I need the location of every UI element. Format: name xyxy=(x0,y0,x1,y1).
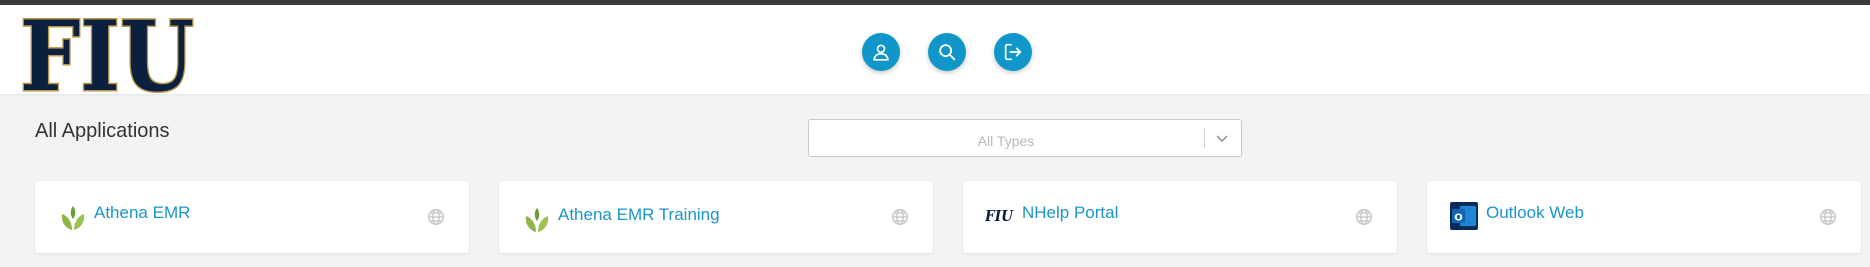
globe-icon xyxy=(428,209,444,225)
app-card-nhelp-portal[interactable]: FIU NHelp Portal xyxy=(963,181,1397,253)
globe-icon xyxy=(892,209,908,225)
profile-button[interactable] xyxy=(862,33,900,71)
app-card-label[interactable]: NHelp Portal xyxy=(1022,203,1118,223)
header-bar: FIU xyxy=(0,5,1870,98)
page-title: All Applications xyxy=(35,120,170,142)
user-icon xyxy=(873,44,889,61)
search-icon xyxy=(939,44,956,61)
svg-text:O: O xyxy=(1454,213,1463,224)
app-card-athena-emr-training[interactable]: Athena EMR Training xyxy=(499,181,933,253)
athena-leaf-icon xyxy=(525,208,549,232)
select-divider xyxy=(1204,128,1205,148)
type-filter-placeholder: All Types xyxy=(977,133,1035,149)
app-card-outlook-web[interactable]: O Outlook Web xyxy=(1427,181,1861,253)
app-card-label[interactable]: Athena EMR xyxy=(94,203,190,223)
globe-icon xyxy=(1356,209,1372,225)
outlook-icon: O xyxy=(1450,202,1478,230)
type-filter-select[interactable]: All Types xyxy=(808,119,1242,157)
svg-text:FIU: FIU xyxy=(20,10,194,98)
app-card-label[interactable]: Athena EMR Training xyxy=(558,205,720,225)
app-card-athena-emr[interactable]: Athena EMR xyxy=(35,181,469,253)
athena-leaf-icon xyxy=(61,206,85,230)
sign-out-icon xyxy=(1004,43,1022,61)
svg-text:FIU: FIU xyxy=(985,207,1014,225)
search-button[interactable] xyxy=(928,33,966,71)
fiu-logo-icon: FIU xyxy=(985,207,1014,225)
globe-icon xyxy=(1820,209,1836,225)
logout-button[interactable] xyxy=(994,33,1032,71)
app-card-label[interactable]: Outlook Web xyxy=(1486,203,1584,223)
fiu-logo[interactable]: FIU xyxy=(18,10,198,98)
chevron-down-icon[interactable] xyxy=(1214,130,1230,146)
